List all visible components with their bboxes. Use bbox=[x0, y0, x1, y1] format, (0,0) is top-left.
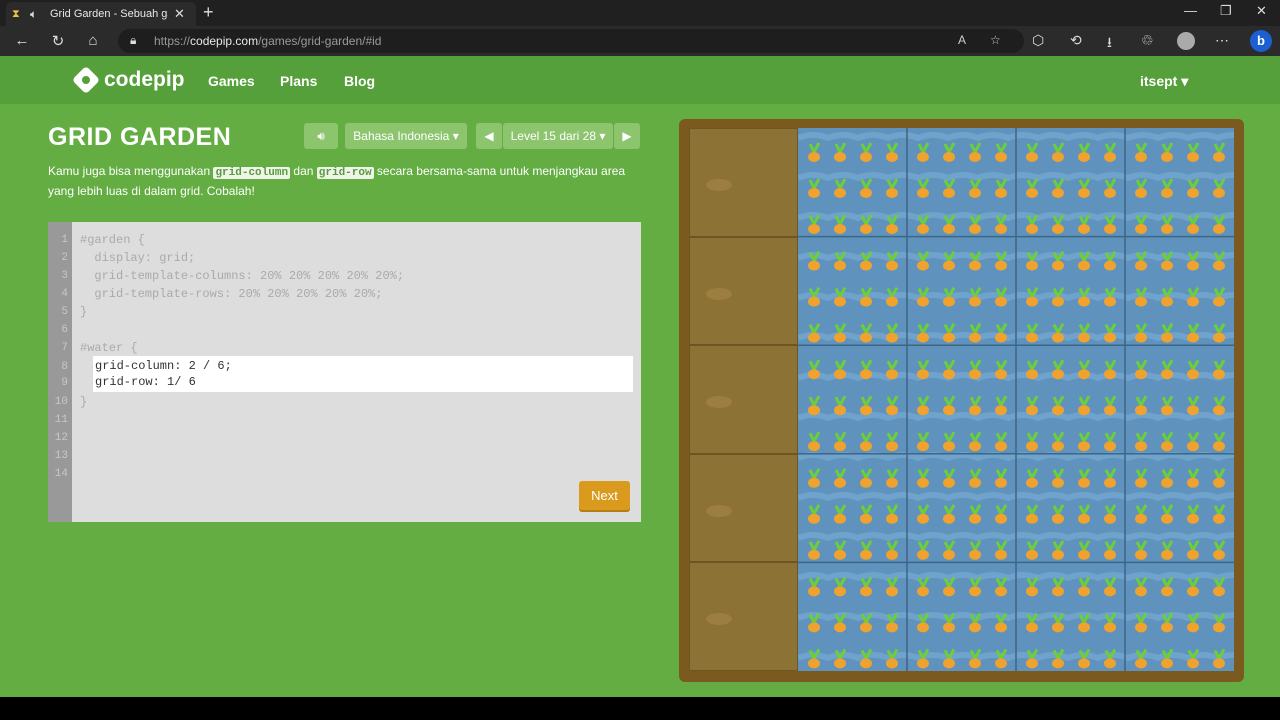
address-bar[interactable]: 🔒︎ https://codepip.com/games/grid-garden… bbox=[118, 29, 1024, 53]
dirt-spot bbox=[706, 613, 732, 626]
more-menu-icon[interactable]: ⋯ bbox=[1215, 32, 1229, 49]
sound-toggle-button[interactable]: 🔊︎ bbox=[304, 123, 338, 149]
browser-tab[interactable]: ⧗ 🔈︎ Grid Garden - Sebuah game ✕ bbox=[6, 2, 196, 26]
css-input[interactable]: grid-column: 2 / 6; grid-row: 1/ 6 bbox=[93, 356, 633, 392]
code-line: } bbox=[80, 305, 88, 319]
history-icon[interactable]: ⟲ bbox=[1070, 32, 1082, 49]
water-area bbox=[798, 128, 1234, 671]
line-number: 7 bbox=[61, 342, 68, 354]
line-number: 14 bbox=[54, 468, 68, 480]
close-tab-icon[interactable]: ✕ bbox=[174, 6, 185, 22]
line-number: 1 bbox=[61, 234, 68, 246]
game-title: GRID GARDEN bbox=[48, 123, 232, 151]
codepip-logo-icon bbox=[71, 65, 101, 95]
nav-blog[interactable]: Blog bbox=[344, 73, 375, 89]
line-number: 13 bbox=[54, 450, 68, 462]
new-tab-icon[interactable]: + bbox=[203, 2, 214, 23]
extensions-icon[interactable]: ⬡ bbox=[1032, 32, 1044, 49]
back-icon[interactable]: ← bbox=[12, 32, 32, 49]
garden-cell bbox=[689, 562, 798, 671]
dirt-spot bbox=[706, 287, 732, 300]
dirt-spot bbox=[706, 396, 732, 409]
site-navbar: codepip Games Plans Blog itsept ▾ bbox=[0, 56, 1280, 104]
tab-title: Grid Garden - Sebuah game bbox=[50, 8, 168, 20]
page: codepip Games Plans Blog itsept ▾ GRID G… bbox=[0, 56, 1280, 697]
taskbar-strip bbox=[0, 697, 1280, 720]
collections-icon[interactable]: ♲ bbox=[1141, 32, 1154, 49]
reload-icon[interactable]: ↻ bbox=[48, 32, 68, 50]
nav-plans[interactable]: Plans bbox=[280, 73, 317, 89]
next-level-arrow-button[interactable]: ▶ bbox=[614, 123, 640, 149]
input-line: grid-row: 1/ 6 bbox=[95, 375, 196, 389]
garden-cell bbox=[689, 453, 798, 563]
line-number: 9 bbox=[61, 377, 68, 389]
line-number: 12 bbox=[54, 432, 68, 444]
language-dropdown[interactable]: Bahasa Indonesia ▾ bbox=[345, 123, 467, 149]
line-number: 4 bbox=[61, 288, 68, 300]
garden-cell bbox=[689, 236, 798, 346]
favorite-star-icon[interactable]: ☆ bbox=[990, 33, 1001, 47]
download-icon[interactable]: ⭳ bbox=[1107, 32, 1112, 56]
line-gutter: 1 2 3 4 5 6 7 8 9 10 11 12 13 14 bbox=[48, 222, 72, 522]
garden-cell bbox=[689, 345, 798, 454]
lock-icon[interactable]: 🔒︎ bbox=[130, 33, 136, 48]
code-line: grid-template-rows: 20% 20% 20% 20% 20%; bbox=[80, 287, 383, 301]
line-number: 10 bbox=[54, 396, 68, 408]
code-line: #water { bbox=[80, 341, 138, 355]
user-menu[interactable]: itsept ▾ bbox=[1140, 73, 1188, 90]
speaker-icon: 🔊︎ bbox=[317, 128, 325, 143]
nav-games[interactable]: Games bbox=[208, 73, 255, 89]
level-dropdown[interactable]: Level 15 dari 28 ▾ bbox=[503, 123, 613, 149]
bing-copilot-icon[interactable]: b bbox=[1250, 30, 1272, 52]
input-line: grid-column: 2 / 6; bbox=[95, 359, 232, 373]
code-grid-row: grid-row bbox=[316, 167, 374, 179]
code-line: grid-template-columns: 20% 20% 20% 20% 2… bbox=[80, 269, 405, 283]
hourglass-favicon-icon: ⧗ bbox=[12, 8, 20, 20]
read-aloud-icon[interactable]: A bbox=[958, 33, 966, 47]
codepip-logo[interactable]: codepip bbox=[71, 65, 185, 95]
triangle-left-icon: ◀ bbox=[484, 129, 494, 143]
speaker-icon[interactable]: 🔈︎ bbox=[30, 7, 44, 22]
url-text: https://codepip.com/games/grid-garden/#i… bbox=[154, 34, 382, 48]
instructions: Kamu juga bisa menggunakan grid-column d… bbox=[48, 164, 626, 198]
line-number: 3 bbox=[61, 270, 68, 282]
garden-cell bbox=[689, 128, 798, 237]
dirt-spot bbox=[706, 179, 732, 191]
maximize-icon[interactable]: ❐ bbox=[1220, 3, 1232, 19]
triangle-right-icon: ▶ bbox=[622, 129, 632, 143]
code-line: #garden { bbox=[80, 233, 145, 247]
browser-tabbar: ⧗ 🔈︎ Grid Garden - Sebuah game ✕ + — ❐ ✕ bbox=[0, 0, 1280, 26]
line-number: 5 bbox=[61, 306, 68, 318]
next-button[interactable]: Next bbox=[579, 481, 630, 510]
close-window-icon[interactable]: ✕ bbox=[1256, 3, 1267, 19]
code-editor: 1 2 3 4 5 6 7 8 9 10 11 12 13 14 #garden… bbox=[48, 222, 641, 522]
profile-avatar[interactable] bbox=[1177, 32, 1195, 50]
line-number: 8 bbox=[61, 361, 68, 373]
home-icon[interactable]: ⌂ bbox=[83, 32, 103, 49]
code-grid-column: grid-column bbox=[213, 167, 291, 179]
minimize-icon[interactable]: — bbox=[1184, 3, 1197, 18]
line-number: 6 bbox=[61, 324, 68, 336]
line-number: 11 bbox=[54, 414, 68, 426]
line-number: 2 bbox=[61, 252, 68, 264]
prev-level-button[interactable]: ◀ bbox=[476, 123, 502, 149]
code-line: display: grid; bbox=[80, 251, 196, 265]
dirt-spot bbox=[706, 504, 732, 517]
browser-toolbar: ← ↻ ⌂ 🔒︎ https://codepip.com/games/grid-… bbox=[0, 26, 1280, 56]
code-line: } bbox=[80, 395, 88, 409]
